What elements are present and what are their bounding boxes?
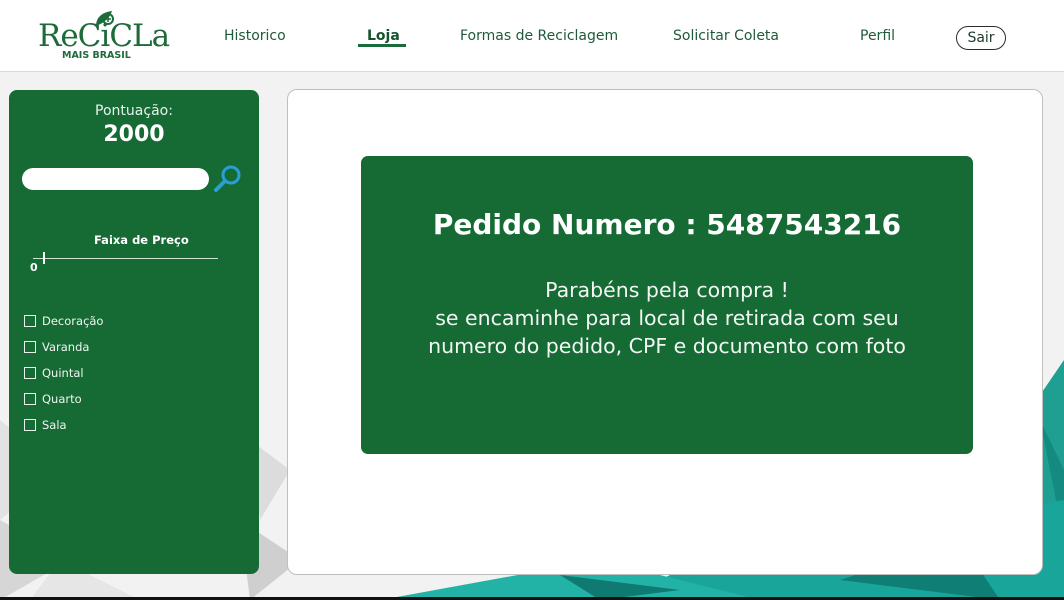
order-confirmation-box: Pedido Numero : 5487543216 Parabéns pela… — [361, 156, 973, 454]
nav-formas-de-reciclagem[interactable]: Formas de Reciclagem — [460, 28, 618, 44]
checkbox[interactable] — [24, 419, 36, 431]
category-label: Quintal — [42, 366, 84, 380]
order-message-line: Parabéns pela compra ! — [545, 278, 789, 302]
active-tab-indicator — [358, 44, 406, 47]
nav-solicitar-coleta[interactable]: Solicitar Coleta — [673, 28, 779, 44]
category-label: Decoração — [42, 314, 104, 328]
category-label: Sala — [42, 418, 67, 432]
order-message-line: numero do pedido, CPF e documento com fo… — [428, 334, 906, 358]
category-item-varanda[interactable]: Varanda — [24, 334, 103, 360]
brand-subtitle: MAIS BRASIL — [62, 50, 131, 61]
checkbox[interactable] — [24, 393, 36, 405]
nav-perfil[interactable]: Perfil — [860, 28, 895, 44]
logout-button[interactable]: Sair — [956, 26, 1006, 50]
order-message: Parabéns pela compra ! se encaminhe para… — [361, 276, 973, 360]
order-number-title: Pedido Numero : 5487543216 — [432, 208, 902, 241]
score-label: Pontuação: — [95, 103, 173, 119]
price-range-handle[interactable] — [43, 252, 45, 264]
checkbox[interactable] — [24, 315, 36, 327]
price-range-label: Faixa de Preço — [94, 233, 189, 247]
main-panel: Pedido Numero : 5487543216 Parabéns pela… — [287, 89, 1043, 575]
price-range-track[interactable] — [33, 258, 218, 259]
category-label: Varanda — [42, 340, 90, 354]
category-item-sala[interactable]: Sala — [24, 412, 103, 438]
category-item-quarto[interactable]: Quarto — [24, 386, 103, 412]
category-item-quintal[interactable]: Quintal — [24, 360, 103, 386]
filter-sidebar: Pontuação: 2000 Faixa de Preço 0 Decoraç… — [9, 90, 259, 574]
brand-name: ReCiCLa — [38, 18, 170, 54]
price-range-min-label: 0 — [30, 261, 38, 274]
search-input[interactable] — [22, 168, 209, 190]
checkbox[interactable] — [24, 367, 36, 379]
category-label: Quarto — [42, 392, 82, 406]
top-header: ReCiCLa MAIS BRASIL Historico Loja Forma… — [0, 0, 1064, 72]
category-list: Decoração Varanda Quintal Quarto Sala — [24, 308, 103, 438]
checkbox[interactable] — [24, 341, 36, 353]
category-item-decoracao[interactable]: Decoração — [24, 308, 103, 334]
order-message-line: se encaminhe para local de retirada com … — [435, 306, 899, 330]
brand-logo[interactable]: ReCiCLa MAIS BRASIL — [36, 8, 170, 64]
score-value: 2000 — [103, 122, 165, 147]
search-icon[interactable] — [212, 163, 244, 195]
nav-loja[interactable]: Loja — [367, 28, 400, 44]
nav-historico[interactable]: Historico — [224, 28, 286, 44]
